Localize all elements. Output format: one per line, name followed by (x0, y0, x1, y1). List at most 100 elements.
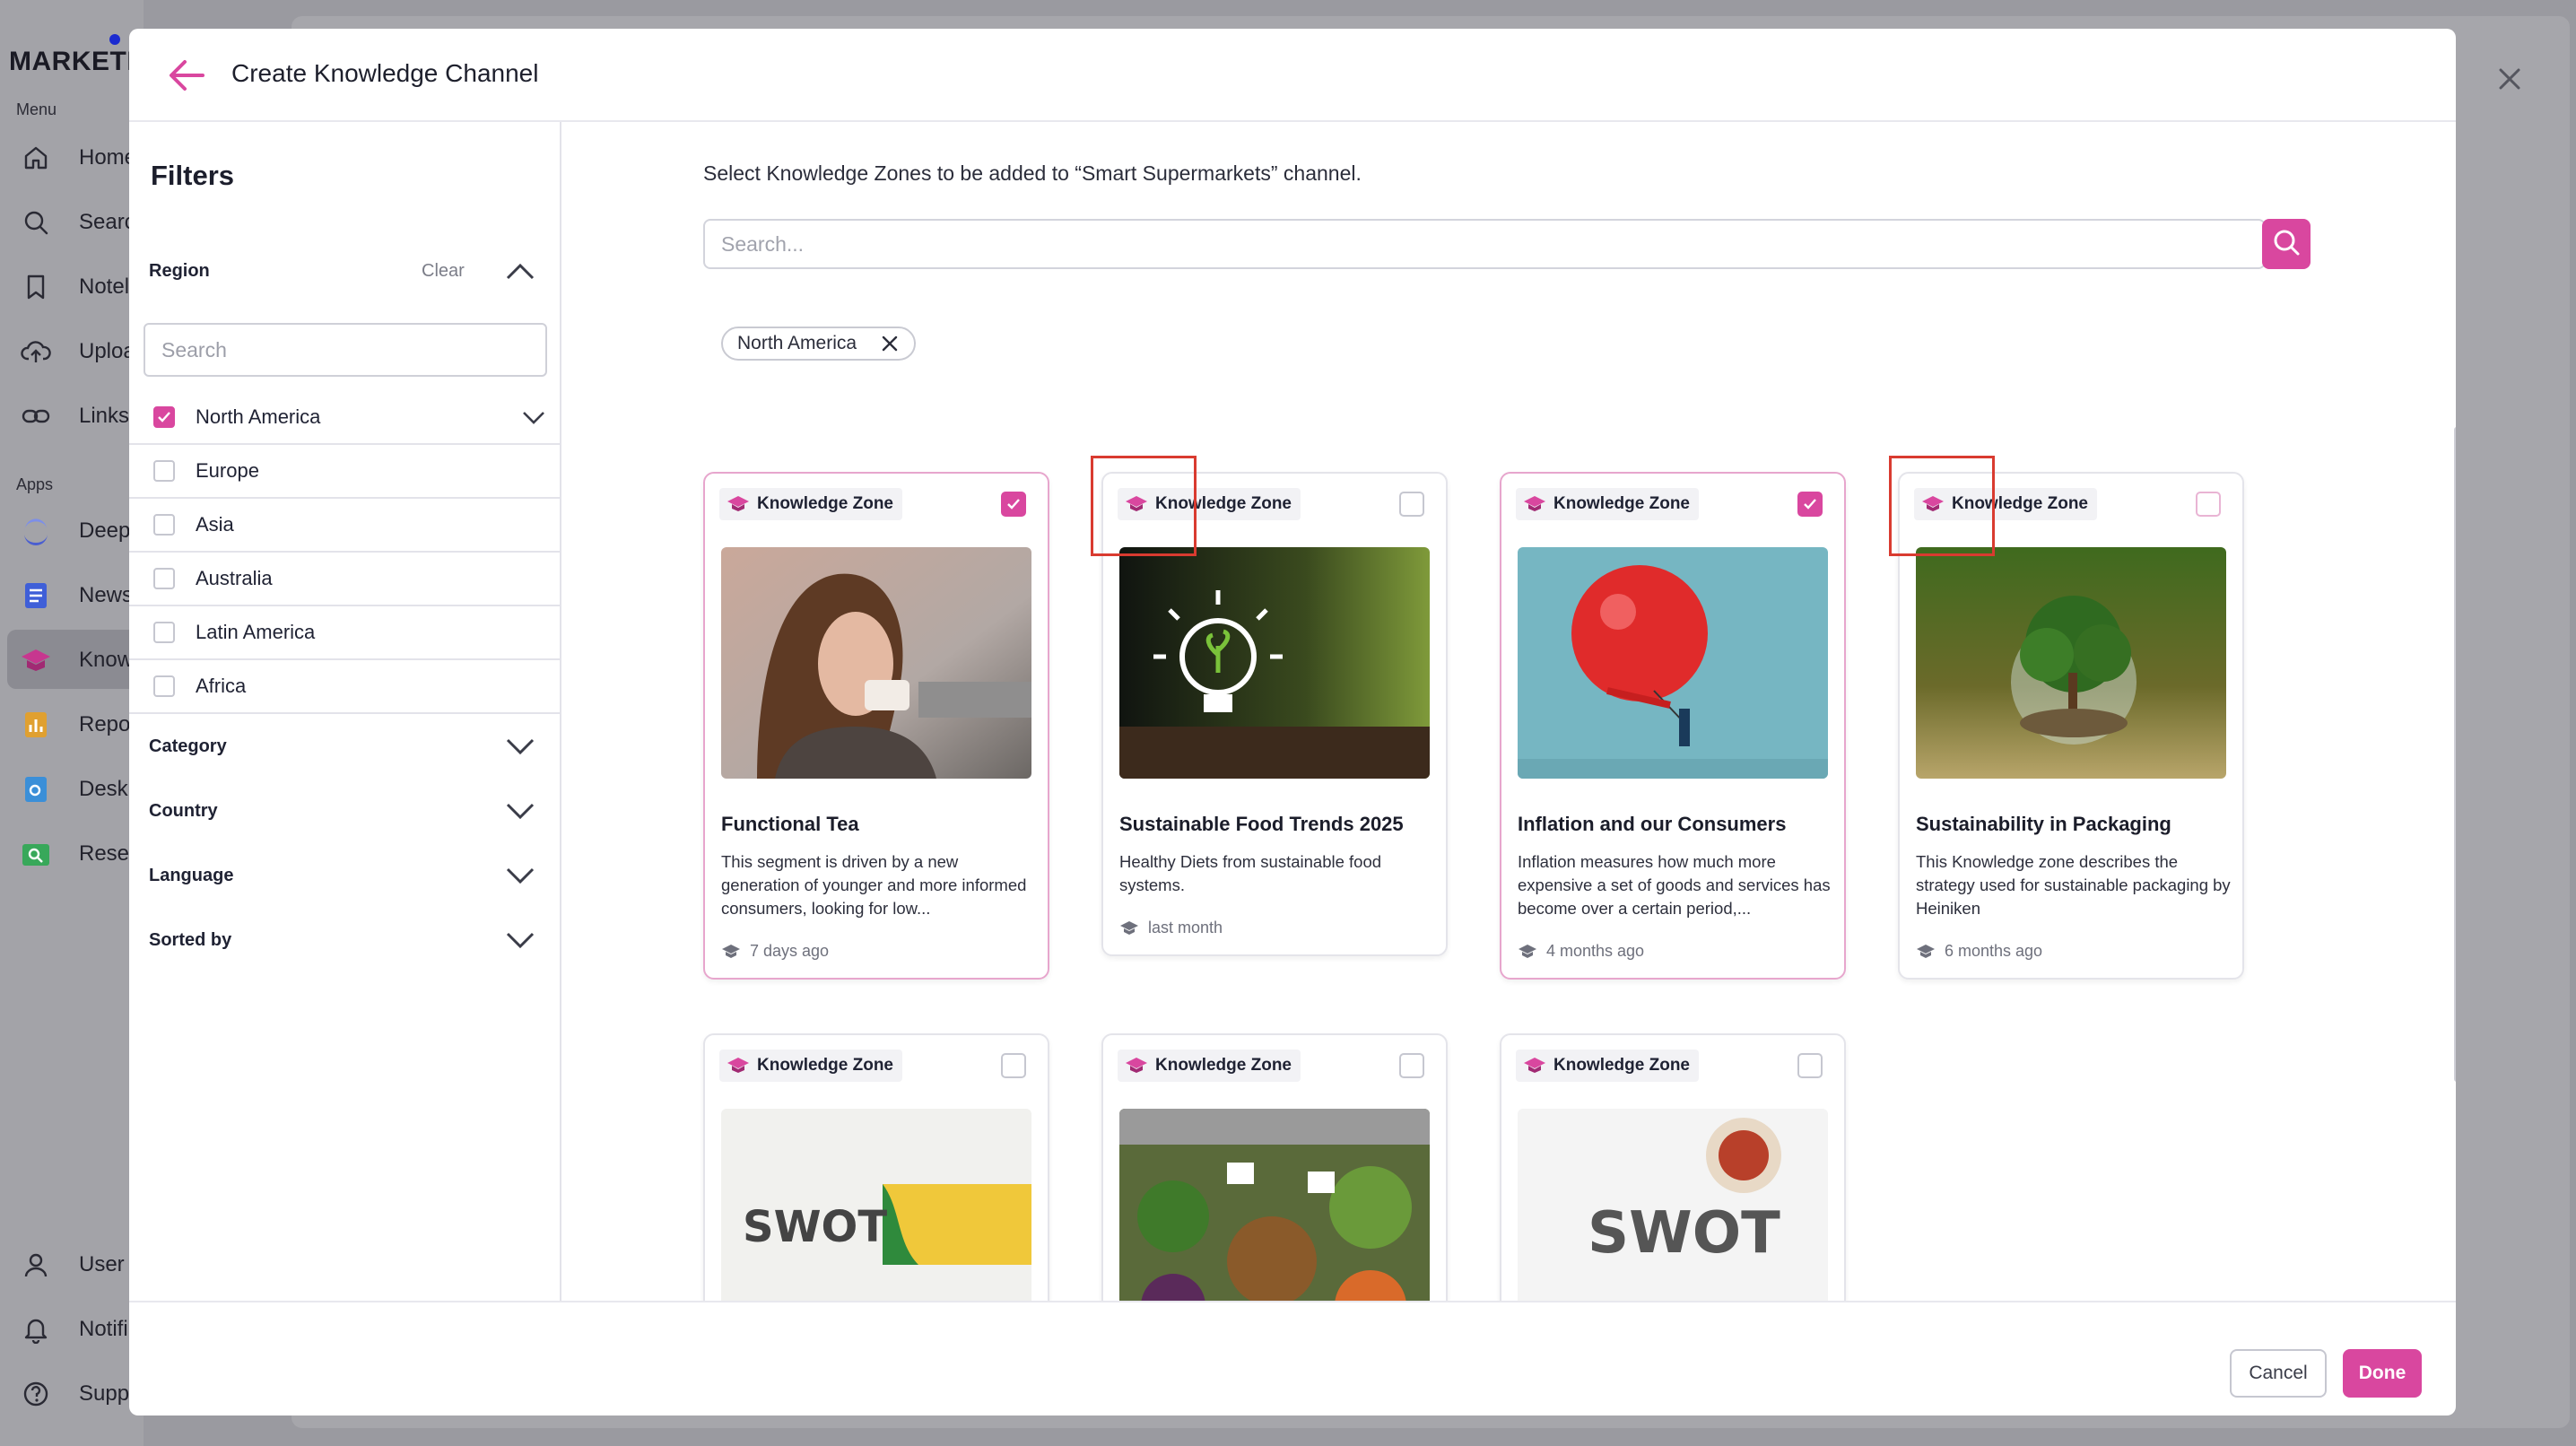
region-option-latin-america[interactable]: Latin America (129, 606, 561, 660)
knowledge-zone-badge: Knowledge Zone (1516, 488, 1699, 520)
knowledge-zone-badge: Knowledge Zone (1118, 1050, 1301, 1082)
badge-label: Knowledge Zone (1553, 494, 1690, 513)
highlight-box (1091, 456, 1197, 556)
search-button[interactable] (2262, 219, 2311, 269)
chevron-down-icon[interactable] (504, 730, 536, 762)
chevron-up-icon[interactable] (504, 255, 536, 287)
modal-header: Create Knowledge Channel (129, 29, 2456, 122)
card-image (1518, 547, 1828, 779)
sidebar-item-notebook[interactable]: Notel (20, 269, 129, 305)
background-sidebar: MARKETL Menu Home Searc Notel Uploa Link… (0, 0, 144, 1446)
clear-button[interactable]: Clear (422, 261, 465, 282)
region-option-label: Australia (196, 567, 273, 589)
sidebar-item-label: User (79, 1252, 125, 1276)
close-icon[interactable] (880, 334, 900, 353)
menu-section-label: Menu (16, 100, 57, 118)
knowledge-zone-card[interactable]: Knowledge Zone SWOT (1500, 1033, 1846, 1302)
zones-search-input[interactable]: Search... (703, 219, 2266, 269)
filters-panel: Filters Region Clear Search North Americ… (129, 122, 561, 1302)
filter-chip[interactable]: North America (721, 327, 917, 361)
knowledge-zone-card[interactable]: Knowledge Zone SWOT (703, 1033, 1049, 1302)
card-image (721, 547, 1031, 779)
filter-country-header[interactable]: Country (129, 779, 561, 843)
modal-title: Create Knowledge Channel (231, 59, 539, 87)
card-date-text: 6 months ago (1945, 942, 2043, 960)
region-option-north-america[interactable]: North America (129, 391, 561, 445)
graduation-cap-icon (1518, 944, 1537, 960)
filter-category-header[interactable]: Category (129, 714, 561, 779)
checkbox[interactable] (153, 622, 175, 643)
chevron-down-icon[interactable] (504, 859, 536, 892)
knowledge-zone-card[interactable]: Knowledge Zone Functional Tea This segme… (703, 472, 1049, 980)
search-icon (20, 206, 52, 239)
filter-region-header[interactable]: Region Clear (129, 239, 561, 303)
region-search-input[interactable]: Search (144, 323, 547, 377)
sidebar-item-home[interactable]: Home (20, 140, 136, 176)
chevron-down-icon[interactable] (504, 924, 536, 956)
graduation-cap-icon (727, 495, 750, 513)
sidebar-app-research[interactable]: Resea (20, 836, 141, 872)
sidebar-item-label: Know (79, 648, 134, 672)
done-button[interactable]: Done (2343, 1349, 2422, 1398)
sidebar-item-label: Desk (79, 777, 128, 801)
scrollbar[interactable] (2454, 427, 2456, 1082)
sidebar-app-deep[interactable]: Deep (20, 513, 130, 549)
checkbox[interactable] (153, 568, 175, 589)
checkbox[interactable] (153, 675, 175, 697)
card-checkbox[interactable] (1399, 1053, 1424, 1078)
sidebar-item-links[interactable]: Links (20, 398, 129, 434)
region-option-label: Asia (196, 513, 234, 536)
bookmark-icon (20, 271, 52, 303)
sidebar-item-label: Searc (79, 210, 135, 234)
modal-footer: Cancel Done (129, 1301, 2456, 1416)
sidebar-app-reports[interactable]: Repo (20, 707, 130, 743)
card-title: Inflation and our Consumers (1518, 813, 1787, 835)
sidebar-item-support[interactable]: Supp (20, 1376, 129, 1412)
card-checkbox[interactable] (2196, 492, 2221, 517)
chevron-down-icon[interactable] (520, 404, 547, 431)
filter-region-label: Region (149, 260, 210, 281)
back-arrow-icon[interactable] (163, 52, 210, 99)
card-checkbox[interactable] (1001, 1053, 1026, 1078)
region-option-australia[interactable]: Australia (129, 553, 561, 606)
region-option-europe[interactable]: Europe (129, 445, 561, 499)
knowledge-zone-card[interactable]: Knowledge Zone (1101, 1033, 1448, 1302)
bell-icon (20, 1313, 52, 1346)
graduation-cap-icon (1523, 1057, 1546, 1075)
sidebar-item-user[interactable]: User (20, 1247, 125, 1283)
region-option-africa[interactable]: Africa (129, 660, 561, 714)
sidebar-item-search[interactable]: Searc (20, 205, 135, 240)
sidebar-app-news[interactable]: News (20, 578, 133, 614)
sidebar-app-knowledge[interactable]: Know (20, 642, 133, 678)
close-icon[interactable] (2493, 63, 2526, 95)
create-knowledge-channel-modal: Create Knowledge Channel Filters Region … (129, 29, 2456, 1416)
region-option-asia[interactable]: Asia (129, 499, 561, 553)
sidebar-app-desk[interactable]: Desk (20, 771, 128, 807)
graduation-cap-icon (1125, 1057, 1148, 1075)
chevron-down-icon[interactable] (504, 795, 536, 827)
card-checkbox-checked[interactable] (1001, 492, 1026, 517)
checkbox[interactable] (153, 514, 175, 536)
filter-sorted-by-header[interactable]: Sorted by (129, 908, 561, 972)
card-checkbox-checked[interactable] (1797, 492, 1823, 517)
card-checkbox[interactable] (1797, 1053, 1823, 1078)
sidebar-item-label: Links (79, 404, 130, 428)
checkbox-checked[interactable] (153, 406, 175, 428)
knowledge-zone-card[interactable]: Knowledge Zone Inflation and our Consume… (1500, 472, 1846, 980)
app-logo: MARKETL (9, 47, 144, 76)
checkbox[interactable] (153, 460, 175, 482)
badge-label: Knowledge Zone (1553, 1056, 1690, 1075)
news-app-icon (20, 579, 52, 612)
card-image (1119, 1109, 1430, 1302)
card-date: last month (1119, 919, 1223, 937)
cancel-button[interactable]: Cancel (2230, 1349, 2327, 1398)
filter-language-header[interactable]: Language (129, 843, 561, 908)
reports-app-icon (20, 709, 52, 741)
card-checkbox[interactable] (1399, 492, 1424, 517)
knowledge-zone-badge: Knowledge Zone (719, 488, 902, 520)
swot-image-text: SWOT (743, 1202, 887, 1252)
region-option-label: Latin America (196, 621, 316, 643)
sidebar-item-upload[interactable]: Uploa (20, 334, 135, 370)
sidebar-item-notifications[interactable]: Notifi (20, 1311, 128, 1347)
research-app-icon (20, 838, 52, 870)
